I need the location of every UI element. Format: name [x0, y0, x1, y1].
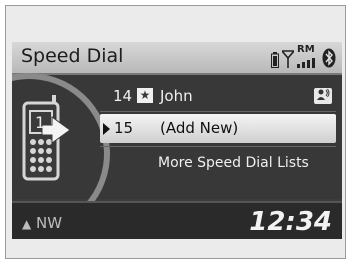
signal-bars-icon: [297, 58, 315, 68]
clock: 12:34: [249, 207, 332, 237]
list-item-14[interactable]: 14 ★ John: [100, 81, 336, 111]
compass-heading: NW: [36, 214, 63, 232]
row-divider: [100, 111, 336, 112]
status-bar: ▲ NW 12:34: [12, 201, 342, 239]
add-new-label: (Add New): [160, 119, 239, 137]
cell-phone-icon: [22, 95, 71, 181]
roaming-label: RM: [297, 44, 315, 55]
bluetooth-icon: [322, 48, 336, 68]
compass-arrow-icon: ▲: [22, 217, 32, 231]
row-divider: [100, 146, 336, 147]
title-bar: Speed Dial RM: [12, 42, 342, 75]
signal-strength: RM: [297, 44, 319, 68]
phone-graphic: 1: [12, 50, 133, 239]
selection-cursor-icon: [103, 123, 110, 135]
status-icons: RM: [271, 44, 336, 68]
content-area: 1 14 ★ John 15 (Add New) More Speed Dial…: [12, 50, 342, 239]
battery-icon: [271, 52, 279, 68]
antenna-icon: [282, 50, 294, 68]
contact-name: John: [160, 87, 193, 105]
speed-dial-screen: Speed Dial RM 1 14 ★ John 15 (Add New) M…: [12, 42, 342, 239]
page-title: Speed Dial: [21, 45, 124, 67]
more-speed-dial-lists-item[interactable]: More Speed Dial Lists: [100, 149, 336, 179]
phone-screen-digit: 1: [35, 113, 46, 132]
list-item-add-new[interactable]: 15 (Add New): [100, 114, 336, 143]
compass: ▲ NW: [22, 214, 62, 232]
speed-dial-number: 15: [114, 119, 134, 137]
speed-dial-number: 14: [113, 87, 133, 105]
voice-tag-icon: [314, 88, 332, 104]
more-lists-label: More Speed Dial Lists: [158, 155, 309, 171]
star-icon: ★: [137, 88, 153, 103]
